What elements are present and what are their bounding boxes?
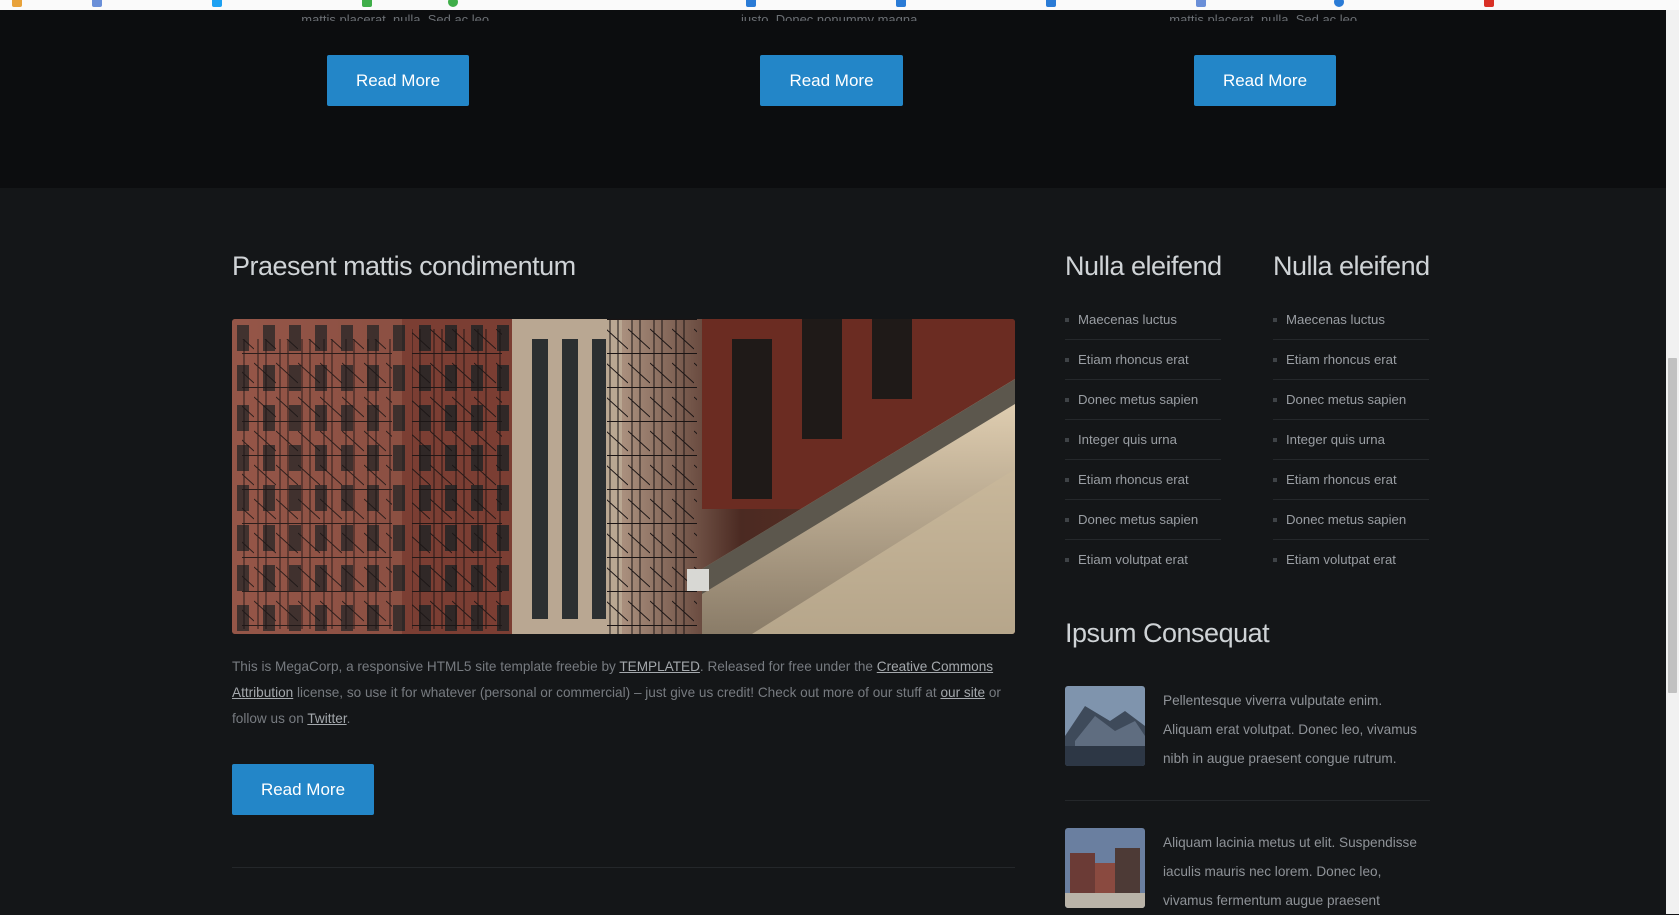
list-item[interactable]: Etiam rhoncus erat [1273,460,1429,500]
read-more-button[interactable]: Read More [760,55,903,106]
features-section: mattis placerat, nulla. Sed ac leo. just… [0,10,1666,188]
article-text: . [346,711,351,726]
bookmark-favicon-icon[interactable] [1046,0,1056,7]
article-paragraph: This is MegaCorp, a responsive HTML5 sit… [232,654,1017,732]
list-item[interactable]: Maecenas luctus [1065,300,1221,340]
divider [232,867,1015,868]
city-photo-icon [1065,828,1145,908]
city-photo-icon [1065,686,1145,766]
sidebar-link-list: Maecenas luctus Etiam rhoncus erat Donec… [1065,300,1221,580]
post-snippet: Aliquam lacinia metus ut elit. Suspendis… [1163,835,1417,908]
sidebar-title: Nulla eleifend [1273,251,1430,281]
read-more-button[interactable]: Read More [232,764,374,815]
post-thumbnail[interactable] [1065,828,1145,908]
twitter-link[interactable]: Twitter [307,711,346,726]
divider [1065,800,1430,801]
feature-text: mattis placerat, nulla. Sed ac leo. [1169,12,1361,21]
bookmark-favicon-icon[interactable] [362,0,372,7]
list-item[interactable]: Etiam rhoncus erat [1065,340,1221,380]
article-title: Praesent mattis condimentum [232,251,576,281]
sidebar-title: Nulla eleifend [1065,251,1222,281]
templated-link[interactable]: TEMPLATED [619,659,700,674]
list-item[interactable]: Donec metus sapien [1065,380,1221,420]
article-text: . Released for free under the [699,659,877,674]
bookmark-favicon-icon[interactable] [1196,0,1206,7]
bookmark-twitter-icon[interactable] [212,0,222,7]
list-item[interactable]: Donec metus sapien [1273,380,1429,420]
list-item[interactable]: Integer quis urna [1065,420,1221,460]
list-item[interactable]: Etiam volutpat erat [1065,540,1221,580]
building-fire-escape-photo [232,319,1015,634]
bookmark-favicon-icon[interactable] [746,0,756,7]
list-item[interactable]: Etiam rhoncus erat [1065,460,1221,500]
bookmark-favicon-icon[interactable] [92,0,102,7]
post-snippet: Pellentesque viverra vulputate enim. Ali… [1163,693,1417,766]
bookmark-favicon-icon[interactable] [1334,0,1344,7]
read-more-button[interactable]: Read More [1194,55,1336,106]
page-scrollbar[interactable] [1666,10,1679,914]
our-site-link[interactable]: our site [940,685,985,700]
bookmark-favicon-icon[interactable] [896,0,906,7]
sidebar-link-list: Maecenas luctus Etiam rhoncus erat Donec… [1273,300,1429,580]
article-text: license, so use it for whatever (persona… [293,685,941,700]
sidebar-title: Ipsum Consequat [1065,618,1270,648]
bookmark-favicon-icon[interactable] [12,0,22,7]
list-item[interactable]: Donec metus sapien [1273,500,1429,540]
list-item[interactable]: Etiam rhoncus erat [1273,340,1429,380]
article-text: This is MegaCorp, a responsive HTML5 sit… [232,659,620,674]
scrollbar-thumb[interactable] [1668,358,1677,693]
feature-text: mattis placerat, nulla. Sed ac leo. [301,12,493,21]
list-item[interactable]: Integer quis urna [1273,420,1429,460]
article-photo [232,319,1015,634]
bookmark-favicon-icon[interactable] [1484,0,1494,7]
post-thumbnail[interactable] [1065,686,1145,766]
bookmark-favicon-icon[interactable] [448,0,458,7]
list-item[interactable]: Donec metus sapien [1065,500,1221,540]
list-item[interactable]: Etiam volutpat erat [1273,540,1429,580]
read-more-button[interactable]: Read More [327,55,469,106]
feature-text: justo. Donec nonummy magna. [741,12,921,21]
list-item[interactable]: Maecenas luctus [1273,300,1429,340]
